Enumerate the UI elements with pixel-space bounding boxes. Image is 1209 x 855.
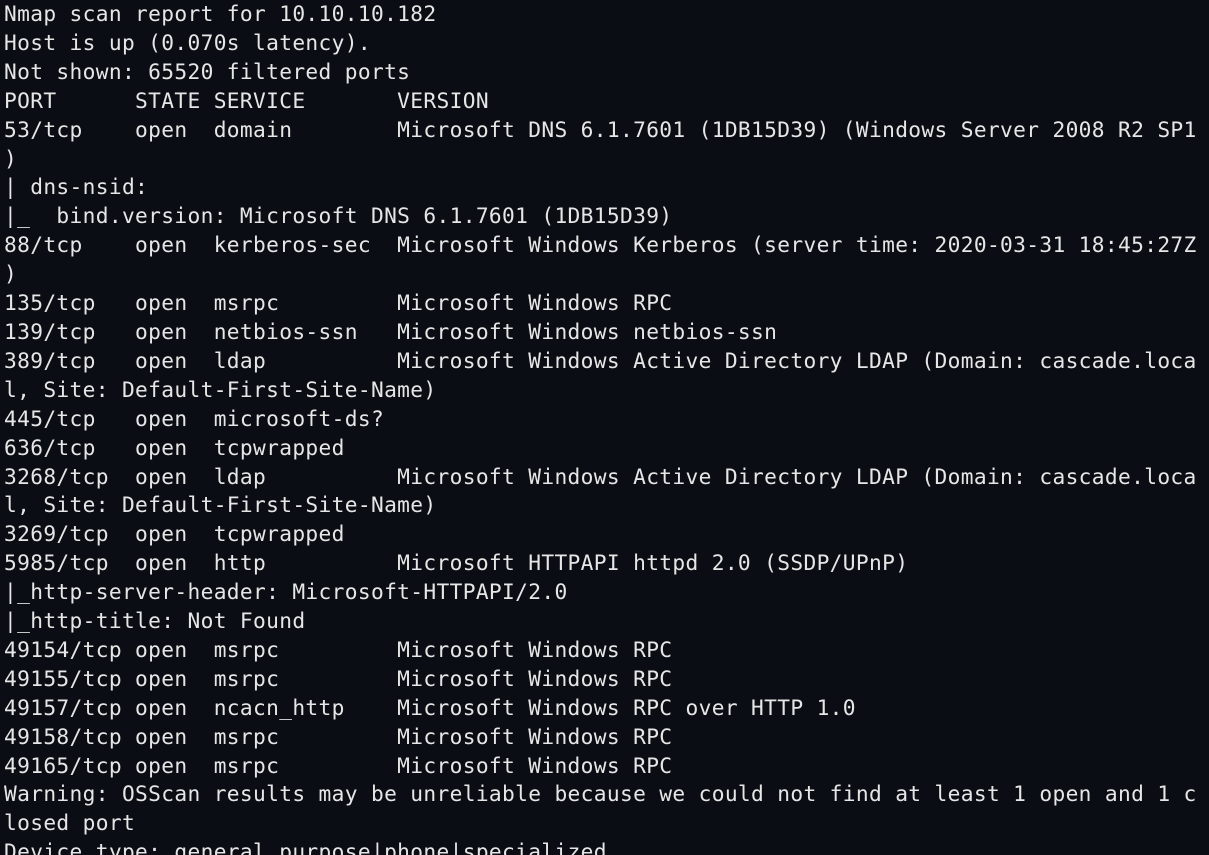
terminal-line: Device type: general purpose|phone|speci… — [4, 839, 607, 855]
terminal-line: 49165/tcp open msrpc Microsoft Windows R… — [4, 753, 672, 778]
terminal-line: Host is up (0.070s latency). — [4, 30, 371, 55]
terminal-line: 49157/tcp open ncacn_http Microsoft Wind… — [4, 695, 856, 720]
terminal-line: 3268/tcp open ldap Microsoft Windows Act… — [4, 464, 1197, 489]
terminal-line: l, Site: Default-First-Site-Name) — [4, 377, 437, 402]
terminal-line: | dns-nsid: — [4, 174, 148, 199]
terminal-line: |_ bind.version: Microsoft DNS 6.1.7601 … — [4, 203, 672, 228]
terminal-line: PORT STATE SERVICE VERSION — [4, 88, 489, 113]
terminal-line: 389/tcp open ldap Microsoft Windows Acti… — [4, 348, 1197, 373]
terminal-line: ) — [4, 261, 17, 286]
terminal-line: 49155/tcp open msrpc Microsoft Windows R… — [4, 666, 672, 691]
terminal-line: ) — [4, 146, 17, 171]
terminal-line: |_http-server-header: Microsoft-HTTPAPI/… — [4, 579, 568, 604]
terminal-line: 135/tcp open msrpc Microsoft Windows RPC — [4, 290, 672, 315]
terminal-line: Nmap scan report for 10.10.10.182 — [4, 1, 437, 26]
terminal-output[interactable]: Nmap scan report for 10.10.10.182 Host i… — [0, 0, 1209, 855]
terminal-line: 88/tcp open kerberos-sec Microsoft Windo… — [4, 232, 1197, 257]
terminal-line: 53/tcp open domain Microsoft DNS 6.1.760… — [4, 117, 1197, 142]
terminal-line: 139/tcp open netbios-ssn Microsoft Windo… — [4, 319, 777, 344]
terminal-line: l, Site: Default-First-Site-Name) — [4, 492, 437, 517]
terminal-line: 636/tcp open tcpwrapped — [4, 435, 345, 460]
terminal-line: 49154/tcp open msrpc Microsoft Windows R… — [4, 637, 672, 662]
terminal-line: 49158/tcp open msrpc Microsoft Windows R… — [4, 724, 672, 749]
terminal-line: Warning: OSScan results may be unreliabl… — [4, 781, 1197, 806]
terminal-line: 445/tcp open microsoft-ds? — [4, 406, 384, 431]
terminal-line: |_http-title: Not Found — [4, 608, 305, 633]
terminal-line: 3269/tcp open tcpwrapped — [4, 521, 345, 546]
terminal-line: Not shown: 65520 filtered ports — [4, 59, 410, 84]
terminal-line: 5985/tcp open http Microsoft HTTPAPI htt… — [4, 550, 908, 575]
terminal-line: losed port — [4, 810, 135, 835]
